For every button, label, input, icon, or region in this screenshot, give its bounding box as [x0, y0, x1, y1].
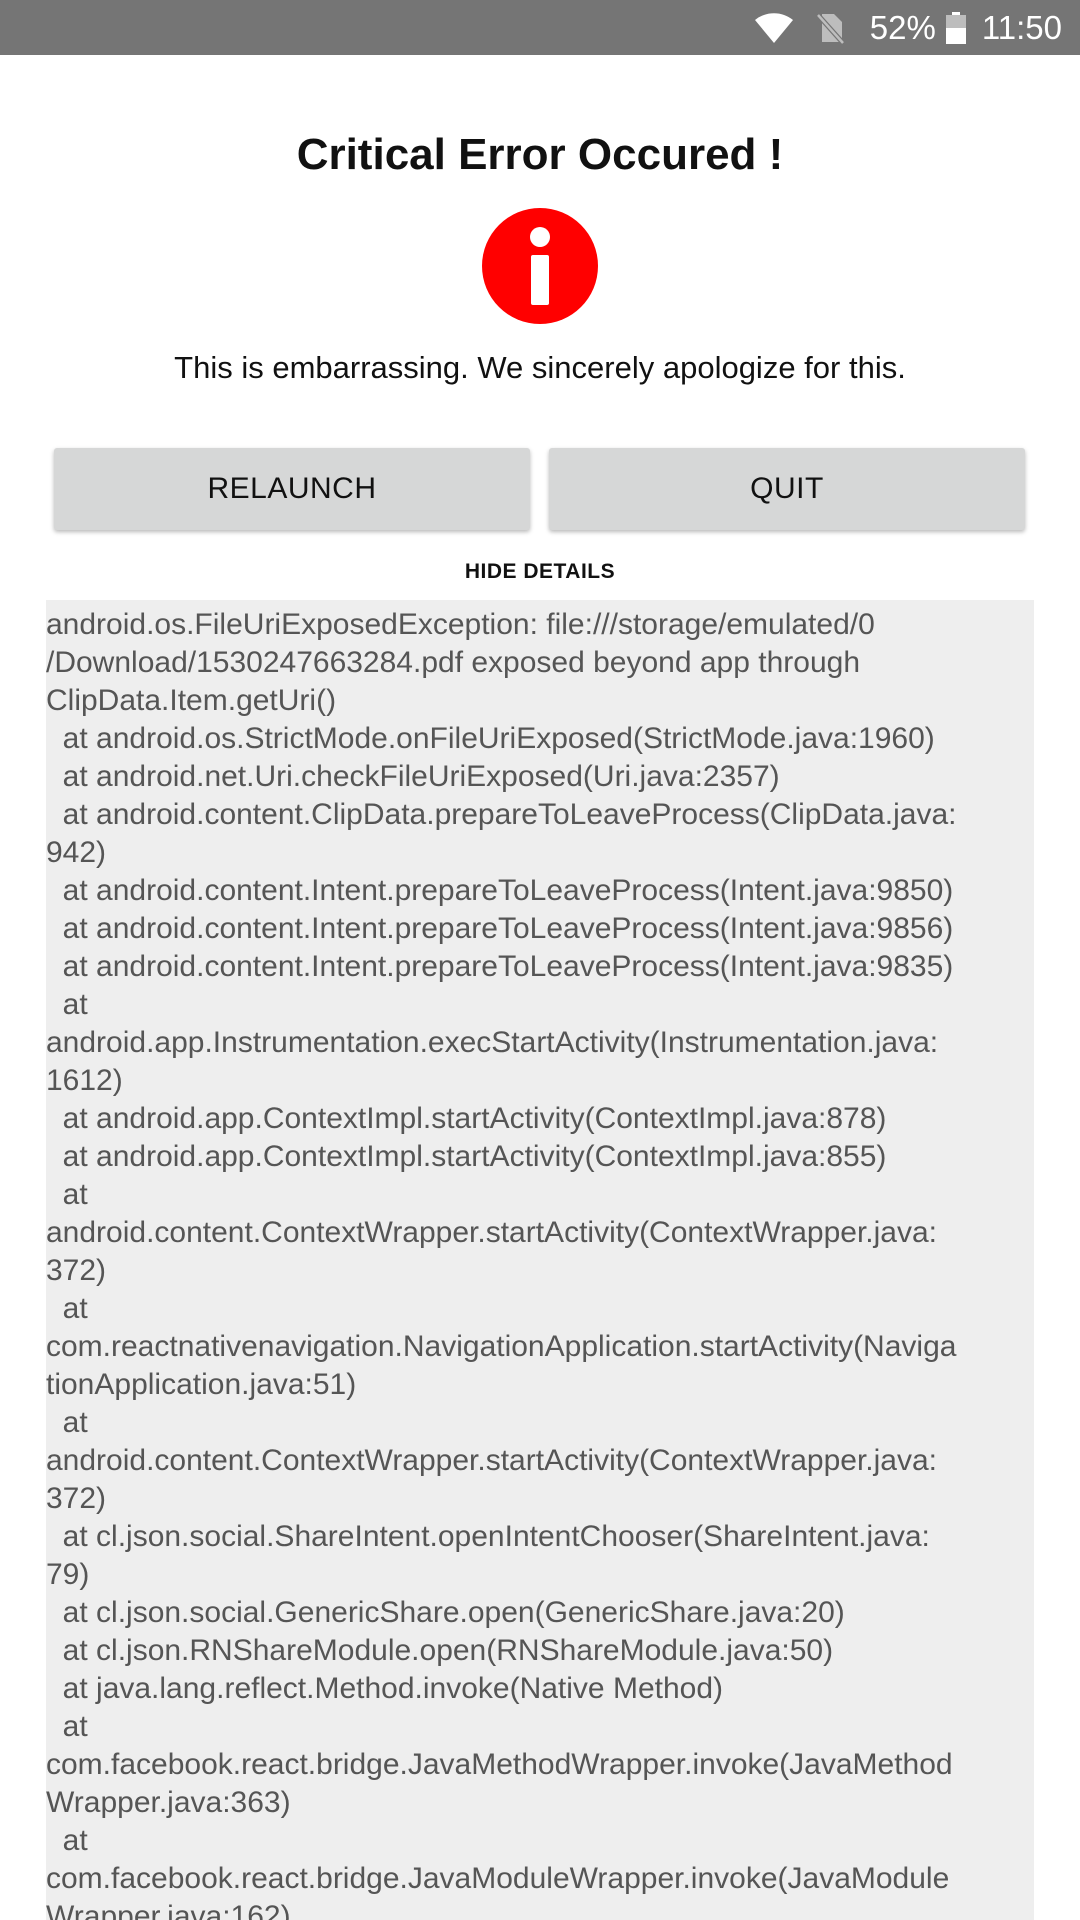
no-sim-icon [815, 12, 844, 44]
battery-icon [945, 11, 966, 44]
wifi-icon [754, 12, 794, 44]
quit-button[interactable]: QUIT [549, 448, 1025, 530]
info-icon [482, 208, 598, 324]
relaunch-button[interactable]: RELAUNCH [54, 448, 530, 530]
apology-message: This is embarrassing. We sincerely apolo… [174, 350, 906, 385]
status-icons: 52% 11:50 [754, 0, 1062, 55]
stack-trace: android.os.FileUriExposedException: file… [46, 608, 957, 1920]
status-time: 11:50 [981, 8, 1062, 46]
status-bar: 52% 11:50 [0, 0, 1080, 55]
hide-details-button[interactable]: HIDE DETAILS [0, 560, 1080, 584]
error-details-panel[interactable]: android.os.FileUriExposedException: file… [46, 600, 1034, 1920]
error-title: Critical Error Occured ! [296, 130, 784, 179]
battery-percent: 52% [869, 8, 936, 46]
